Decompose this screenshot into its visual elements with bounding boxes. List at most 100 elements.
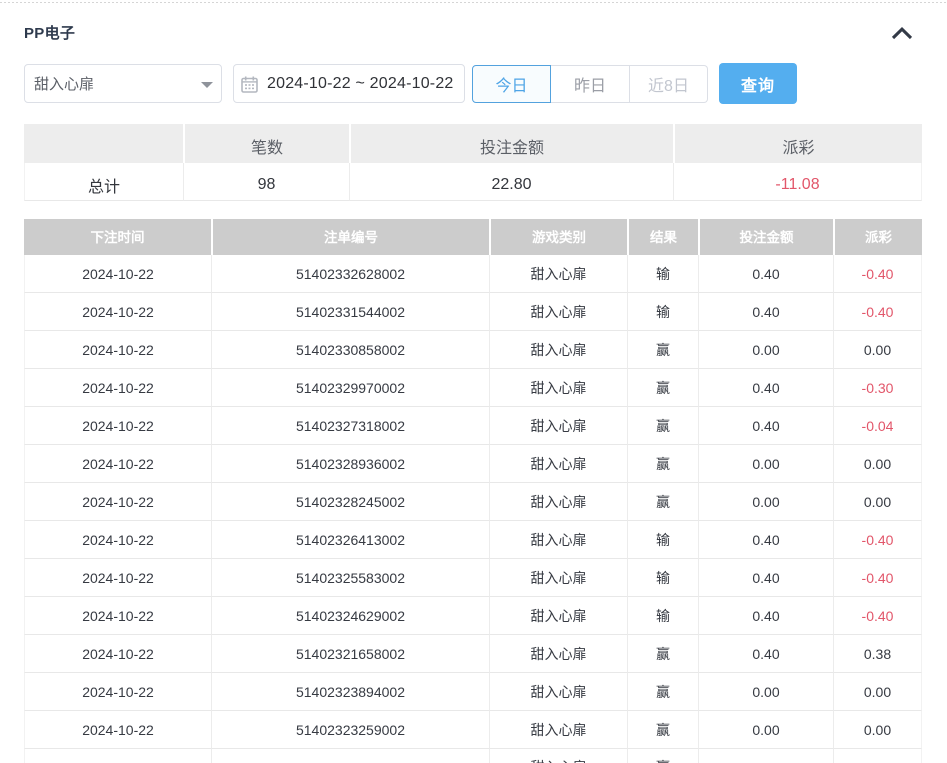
game-type-cell: 甜入心扉 bbox=[489, 559, 627, 597]
bet-record-row: 2024-10-2251402323259002甜入心扉赢0.000.00 bbox=[24, 711, 922, 749]
summary-header-empty bbox=[24, 124, 183, 163]
bet-time-cell: 2024-10-22 bbox=[24, 559, 211, 597]
bet-record-row: 2024-10-2251402329970002甜入心扉赢0.40-0.30 bbox=[24, 369, 922, 407]
summary-total-count: 98 bbox=[183, 163, 349, 201]
summary-total-row: 总计 98 22.80 -11.08 bbox=[24, 163, 922, 201]
bet-time-cell: 2024-10-22 bbox=[24, 521, 211, 559]
result-cell: 输 bbox=[627, 255, 698, 293]
bet-records-table: 下注时间 注单编号 游戏类别 结果 投注金额 派彩 2024-10-225140… bbox=[24, 219, 922, 763]
game-type-cell: 甜入心扉 bbox=[489, 483, 627, 521]
col-bet-id: 注单编号 bbox=[211, 219, 489, 255]
payout-cell: -0.40 bbox=[833, 293, 922, 331]
result-cell: 赢 bbox=[627, 369, 698, 407]
bet-record-row: 2024-10-2251402321658002甜入心扉赢0.400.38 bbox=[24, 635, 922, 673]
date-range-value: 2024-10-22 ~ 2024-10-22 bbox=[267, 75, 454, 93]
bet-time-cell: 2024-10-22 bbox=[24, 407, 211, 445]
game-type-cell: 甜入心扉 bbox=[489, 673, 627, 711]
bet-amount-cell: 0.40 bbox=[698, 521, 833, 559]
result-cell: 赢 bbox=[627, 483, 698, 521]
bet-amount-cell: 0.40 bbox=[698, 407, 833, 445]
bet-amount-cell: 0.40 bbox=[698, 369, 833, 407]
bet-record-row: 2024-10-2251402330858002甜入心扉赢0.000.00 bbox=[24, 331, 922, 369]
query-button[interactable]: 查询 bbox=[719, 63, 797, 104]
bet-record-row: 2024-10-2251402327318002甜入心扉赢0.40-0.04 bbox=[24, 407, 922, 445]
bet-time-cell: 2024-10-22 bbox=[24, 293, 211, 331]
bet-amount-cell: 0.40 bbox=[698, 635, 833, 673]
payout-cell: 0.00 bbox=[833, 445, 922, 483]
bet-record-row: 2024-10-2251402323894002甜入心扉赢0.000.00 bbox=[24, 673, 922, 711]
bet-id-cell: 51402327318002 bbox=[211, 407, 489, 445]
bet-amount-cell: 0.40 bbox=[698, 293, 833, 331]
summary-header-count: 笔数 bbox=[183, 124, 349, 163]
bet-record-row: 2024-10-2251402328936002甜入心扉赢0.000.00 bbox=[24, 445, 922, 483]
caret-down-icon bbox=[201, 82, 213, 88]
result-cell: 赢 bbox=[627, 407, 698, 445]
bet-record-row: 2024-10-2251402326413002甜入心扉输0.40-0.40 bbox=[24, 521, 922, 559]
bet-id-cell: 51402328936002 bbox=[211, 445, 489, 483]
game-type-cell: 甜入心扉 bbox=[489, 255, 627, 293]
bet-amount-cell: 0.40 bbox=[698, 255, 833, 293]
col-result: 结果 bbox=[627, 219, 698, 255]
bet-amount-cell: 0.00 bbox=[698, 673, 833, 711]
bet-amount-cell bbox=[698, 749, 833, 763]
bet-amount-cell: 0.00 bbox=[698, 445, 833, 483]
payout-cell: 0.00 bbox=[833, 331, 922, 369]
bet-amount-cell: 0.40 bbox=[698, 597, 833, 635]
summary-header-payout: 派彩 bbox=[673, 124, 922, 163]
payout-cell: -0.40 bbox=[833, 597, 922, 635]
result-cell: 赢 bbox=[627, 711, 698, 749]
payout-cell: 0.38 bbox=[833, 635, 922, 673]
bet-id-cell: 51402332628002 bbox=[211, 255, 489, 293]
bet-record-row: 2024-10-2251402328245002甜入心扉赢0.000.00 bbox=[24, 483, 922, 521]
yesterday-button[interactable]: 昨日 bbox=[551, 65, 630, 103]
bet-time-cell: 2024-10-22 bbox=[24, 635, 211, 673]
bet-id-cell: 51402328245002 bbox=[211, 483, 489, 521]
payout-cell: 0.00 bbox=[833, 483, 922, 521]
bet-time-cell: 2024-10-22 bbox=[24, 673, 211, 711]
bet-time-cell: 2024-10-22 bbox=[24, 711, 211, 749]
bet-amount-cell: 0.00 bbox=[698, 331, 833, 369]
bet-record-row: 2024-10-2251402325583002甜入心扉输0.40-0.40 bbox=[24, 559, 922, 597]
result-cell: 赢 bbox=[627, 635, 698, 673]
panel-title: PP电子 bbox=[24, 25, 75, 42]
game-type-cell: 甜入心扉 bbox=[489, 445, 627, 483]
collapse-panel-button[interactable] bbox=[890, 25, 914, 41]
bet-record-row: 2024-10-2251402331544002甜入心扉输0.40-0.40 bbox=[24, 293, 922, 331]
bet-id-cell: 51402331544002 bbox=[211, 293, 489, 331]
col-payout: 派彩 bbox=[833, 219, 922, 255]
result-cell: 赢 bbox=[627, 445, 698, 483]
top-dashed-divider bbox=[0, 2, 947, 3]
date-range-input[interactable]: 2024-10-22 ~ 2024-10-22 bbox=[233, 64, 465, 103]
col-bet-amount: 投注金额 bbox=[698, 219, 833, 255]
bet-amount-cell: 0.00 bbox=[698, 483, 833, 521]
summary-total-payout: -11.08 bbox=[673, 163, 922, 201]
summary-header-bet-amount: 投注金额 bbox=[349, 124, 673, 163]
game-select-value: 甜入心扉 bbox=[34, 73, 201, 94]
col-bet-time: 下注时间 bbox=[24, 219, 211, 255]
result-cell: 输 bbox=[627, 597, 698, 635]
summary-total-bet-amount: 22.80 bbox=[349, 163, 673, 201]
bet-time-cell: 2024-10-22 bbox=[24, 369, 211, 407]
bet-id-cell: 51402324629002 bbox=[211, 597, 489, 635]
bet-id-cell: 51402321658002 bbox=[211, 635, 489, 673]
game-type-cell: 甜入心扉 bbox=[489, 711, 627, 749]
payout-cell: -0.40 bbox=[833, 255, 922, 293]
game-select[interactable]: 甜入心扉 bbox=[24, 64, 222, 103]
summary-header-row: 笔数 投注金额 派彩 bbox=[24, 124, 922, 163]
summary-total-label: 总计 bbox=[24, 163, 183, 201]
today-button[interactable]: 今日 bbox=[472, 65, 551, 103]
result-cell: 赢 bbox=[627, 331, 698, 369]
game-type-cell: 甜入心扉 bbox=[489, 331, 627, 369]
bet-time-cell: 2024-10-22 bbox=[24, 331, 211, 369]
bet-id-cell: 51402325583002 bbox=[211, 559, 489, 597]
chevron-up-icon bbox=[890, 25, 914, 41]
last-8-days-button[interactable]: 近8日 bbox=[630, 65, 708, 103]
payout-cell: -0.30 bbox=[833, 369, 922, 407]
bet-time-cell bbox=[24, 749, 211, 763]
result-cell: 赢 bbox=[627, 749, 698, 763]
bet-id-cell bbox=[211, 749, 489, 763]
calendar-icon bbox=[241, 76, 258, 93]
game-type-cell: 甜入心扉 bbox=[489, 293, 627, 331]
bet-id-cell: 51402323259002 bbox=[211, 711, 489, 749]
result-cell: 赢 bbox=[627, 673, 698, 711]
